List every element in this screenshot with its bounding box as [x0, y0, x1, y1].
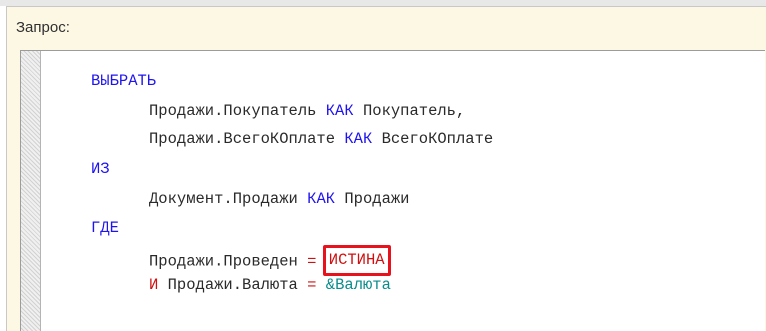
source-expression: Документ.Продажи [149, 190, 298, 208]
field2-expression: Продажи.ВсегоКОплате [149, 130, 336, 148]
field1-expression: Продажи.Покупатель [149, 102, 317, 120]
code-line-condition2: И Продажи.Валюта = &Валюта [149, 274, 391, 296]
query-text-editor[interactable]: ВЫБРАТЬ Продажи.Покупатель КАК Покупател… [20, 50, 765, 331]
code-line-field2: Продажи.ВсегоКОплате КАК ВсегоКОплате [149, 128, 493, 150]
field1-alias: Покупатель, [362, 102, 466, 120]
query-panel: Запрос: ВЫБРАТЬ Продажи.Покупатель КАК П… [6, 6, 766, 331]
keyword-and: И [149, 276, 159, 294]
keyword-where: ГДЕ [91, 219, 119, 237]
keyword-as: КАК [307, 190, 336, 208]
code-line-source: Документ.Продажи КАК Продажи [149, 188, 409, 210]
code-line-from: ИЗ [91, 158, 110, 180]
condition2-parameter: &Валюта [325, 276, 391, 294]
code-line-where: ГДЕ [91, 217, 119, 239]
keyword-select: ВЫБРАТЬ [91, 72, 157, 90]
query-code[interactable]: ВЫБРАТЬ Продажи.Покупатель КАК Покупател… [21, 51, 765, 331]
code-line-field1: Продажи.Покупатель КАК Покупатель, [149, 100, 465, 122]
field2-alias: ВсегоКОплате [381, 130, 494, 148]
query-label: Запрос: [16, 19, 70, 36]
keyword-as: КАК [325, 102, 354, 120]
condition1-value: ИСТИНА [328, 251, 385, 269]
condition1-expression: Продажи.Проведен [149, 252, 298, 271]
code-line-select: ВЫБРАТЬ [91, 70, 156, 92]
condition2-expression: Продажи.Валюта [167, 276, 298, 294]
code-line-condition1: Продажи.Проведен = ИСТИНА [149, 245, 391, 276]
highlight-box: ИСТИНА [322, 245, 391, 276]
source-alias: Продажи [344, 190, 410, 208]
keyword-from: ИЗ [91, 160, 110, 178]
condition1-operator: = [307, 252, 317, 271]
keyword-as: КАК [344, 130, 373, 148]
query-builder-window: Запрос: ВЫБРАТЬ Продажи.Покупатель КАК П… [0, 0, 766, 331]
condition2-operator: = [307, 276, 317, 294]
